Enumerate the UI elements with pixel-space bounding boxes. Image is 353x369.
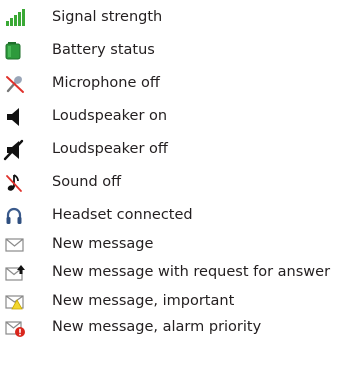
legend-row-microphone-off: Microphone off [0,71,353,99]
status-icon-legend: Signal strength Battery status Microphon… [0,0,353,369]
legend-row-loudspeaker-on: Loudspeaker on [0,104,353,132]
legend-row-sound-off: Sound off [0,170,353,198]
legend-label: Battery status [52,42,155,58]
legend-row-headset-connected: Headset connected [0,203,353,231]
legend-label: Microphone off [52,75,160,91]
sound-off-icon [4,173,26,193]
microphone-off-icon [4,74,26,94]
legend-row-battery-status: Battery status [0,38,353,66]
legend-label: Loudspeaker on [52,108,168,124]
legend-row-new-message: New message [0,232,353,260]
message-request-answer-icon [4,263,26,283]
legend-row-message-alarm-priority: New message, alarm priority [0,315,353,343]
legend-label: New message with request for answer [52,264,331,280]
new-message-icon [4,235,26,255]
legend-row-loudspeaker-off: Loudspeaker off [0,137,353,165]
loudspeaker-off-icon [3,139,26,161]
legend-label: Signal strength [52,9,163,25]
legend-label: New message [52,236,154,252]
legend-row-signal-strength: Signal strength [0,5,353,33]
legend-row-message-request-answer: New message with request for answer [0,260,353,288]
signal-strength-icon [4,8,26,28]
legend-label: New message, alarm priority [52,319,262,335]
message-important-icon [4,292,26,312]
headset-connected-icon [4,206,26,226]
legend-label: Headset connected [52,207,193,223]
legend-label: New message, important [52,293,235,309]
legend-label: Loudspeaker off [52,141,168,157]
legend-label: Sound off [52,174,122,190]
legend-row-message-important: New message, important [0,289,353,317]
loudspeaker-on-icon [4,107,26,127]
battery-status-icon [4,41,26,61]
message-alarm-priority-icon [4,318,26,338]
